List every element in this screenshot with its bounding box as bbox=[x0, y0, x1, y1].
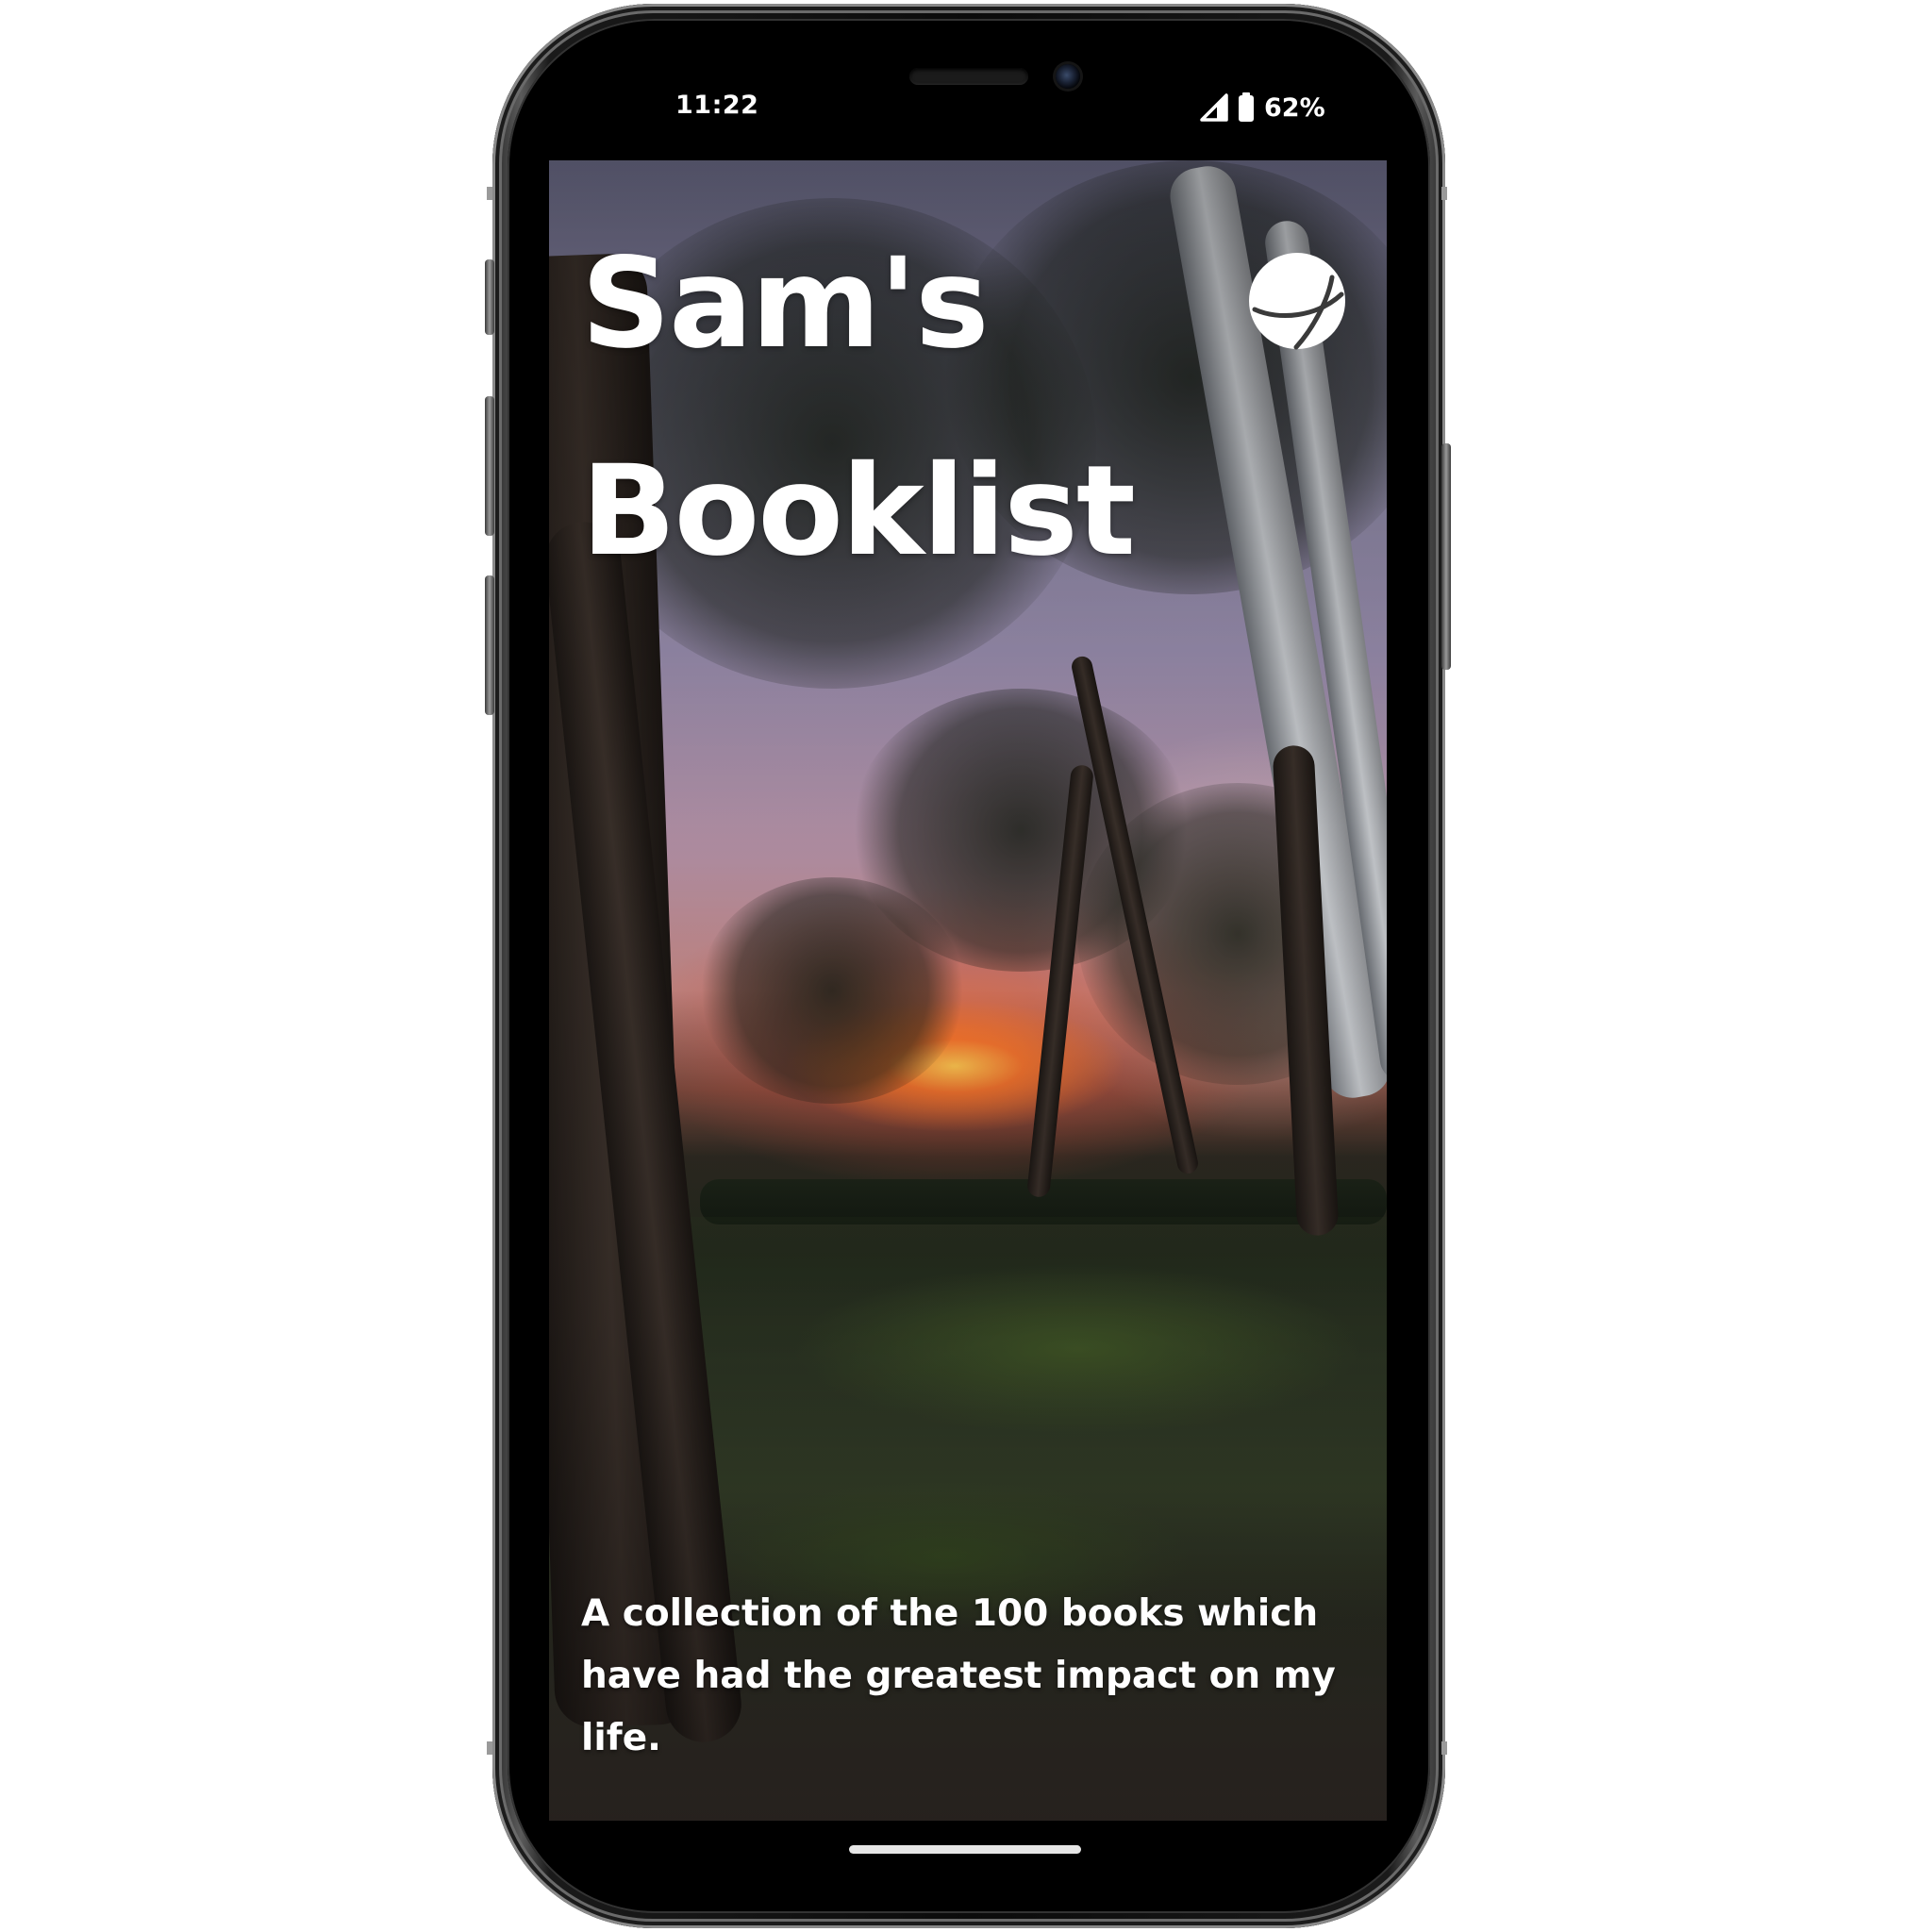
antenna-band bbox=[1441, 1741, 1447, 1755]
device-canvas: 11:22 62% Sam's Booklist A collection of… bbox=[0, 0, 1932, 1932]
battery-percentage: 62% bbox=[1264, 92, 1325, 123]
antenna-band bbox=[487, 1741, 492, 1755]
antenna-band bbox=[487, 187, 492, 200]
action-button[interactable] bbox=[485, 259, 494, 335]
home-indicator[interactable] bbox=[849, 1845, 1081, 1854]
signal-icon bbox=[1200, 93, 1228, 122]
battery-icon bbox=[1238, 92, 1255, 123]
app-hero-screen: Sam's Booklist A collection of the 100 b… bbox=[549, 160, 1387, 1821]
status-icons: 62% bbox=[1200, 89, 1325, 126]
antenna-band bbox=[1441, 187, 1447, 200]
status-time: 11:22 bbox=[675, 91, 759, 120]
front-camera bbox=[1056, 64, 1080, 89]
volume-up-button[interactable] bbox=[485, 396, 494, 536]
page-subtitle: A collection of the 100 books which have… bbox=[581, 1592, 1336, 1759]
page-title: Sam's Booklist bbox=[581, 200, 1241, 615]
earpiece-speaker bbox=[909, 68, 1028, 85]
globe-logo-icon[interactable] bbox=[1247, 251, 1347, 351]
page-title-line1: Sam's bbox=[581, 231, 990, 376]
power-button[interactable] bbox=[1441, 443, 1451, 670]
volume-down-button[interactable] bbox=[485, 575, 494, 715]
page-title-line2: Booklist bbox=[581, 439, 1136, 584]
